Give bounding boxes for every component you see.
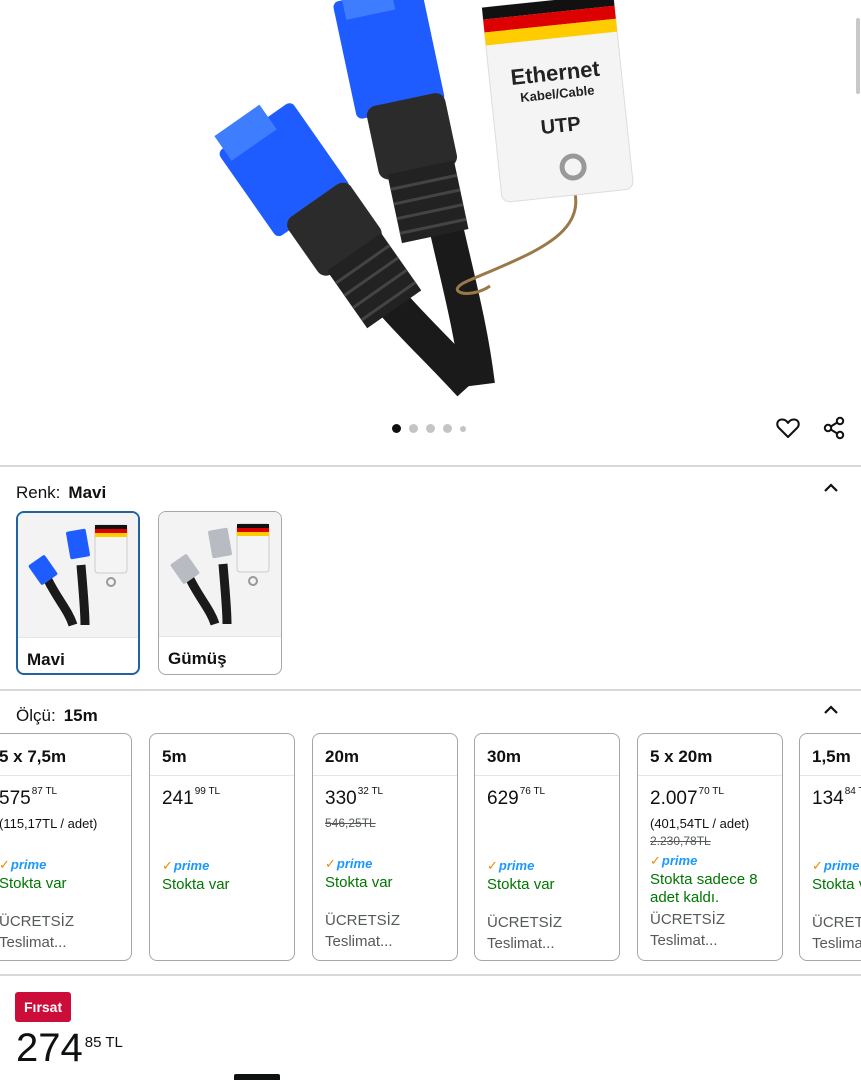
size-option[interactable]: 5m 24199 TL ✓prime Stokta var bbox=[149, 733, 295, 961]
size-option[interactable]: 20m 33032 TL 546,25TL ✓prime Stokta var … bbox=[312, 733, 458, 961]
color-label-row: Renk: Mavi bbox=[16, 483, 106, 503]
section-divider bbox=[0, 465, 861, 467]
pagination-dot-active[interactable] bbox=[392, 424, 401, 433]
current-price: 274 85 TL bbox=[16, 1026, 123, 1070]
delivery-info: ÜCRETSİZTeslimat... bbox=[325, 912, 400, 950]
size-price: 2.00770 TL bbox=[650, 786, 724, 809]
stock-status: Stokta var bbox=[325, 874, 393, 891]
heart-icon[interactable] bbox=[775, 415, 801, 441]
stock-status: Stokta var bbox=[162, 876, 230, 893]
prime-badge: ✓prime bbox=[812, 858, 860, 873]
tag-type: UTP bbox=[540, 113, 582, 139]
color-label: Renk: bbox=[16, 483, 61, 502]
size-price: 33032 TL bbox=[325, 786, 384, 809]
delivery-info: ÜCRETSİZTeslimat... bbox=[812, 914, 861, 952]
size-price: 57587 TL bbox=[0, 786, 58, 809]
prime-badge: ✓prime bbox=[0, 857, 47, 872]
gallery-pagination bbox=[392, 424, 466, 433]
unit-price: (401,54TL / adet) bbox=[650, 816, 750, 831]
share-icon[interactable] bbox=[821, 415, 847, 441]
size-label-row: Ölçü: 15m bbox=[16, 706, 98, 726]
delivery-info: ÜCRETSİZTeslimat... bbox=[650, 911, 725, 949]
delivery-info: ÜCRETSİZTeslimat... bbox=[487, 914, 562, 952]
size-title: 1,5m bbox=[800, 734, 861, 776]
color-option-mavi[interactable]: Mavi bbox=[16, 511, 140, 675]
stock-status: Stokta var bbox=[0, 875, 67, 892]
color-option-gumus[interactable]: Gümüş bbox=[158, 511, 282, 675]
pagination-dot[interactable] bbox=[409, 424, 418, 433]
prime-badge: ✓prime bbox=[325, 856, 373, 871]
selected-color: Mavi bbox=[68, 483, 107, 502]
size-option[interactable]: 30m 62976 TL ✓prime Stokta var ÜCRETSİZ T… bbox=[474, 733, 620, 961]
pagination-dot[interactable] bbox=[443, 424, 452, 433]
delivery-info: ÜCRETSİZTeslimat... bbox=[0, 913, 74, 951]
prime-badge: ✓prime bbox=[650, 853, 698, 868]
list-price: 546,25TL bbox=[325, 816, 376, 830]
ethernet-cable-illustration: Ethernet Kabel/Cable UTP bbox=[214, 0, 634, 397]
selected-size: 15m bbox=[63, 706, 98, 725]
deal-badge: Fırsat bbox=[15, 992, 72, 1022]
color-name: Gümüş bbox=[168, 649, 227, 668]
stock-status: Stokta var bbox=[487, 876, 555, 893]
size-options-carousel[interactable]: 5 x 7,5m 57587 TL (115,17TL / adet) ✓pri… bbox=[0, 733, 861, 963]
list-price: 2.230,78TL bbox=[650, 834, 711, 848]
section-divider bbox=[0, 974, 861, 976]
size-label: Ölçü: bbox=[16, 706, 56, 725]
size-option[interactable]: 1,5m 13484 TL ✓prime Stokta var ÜCRETSİZ… bbox=[799, 733, 861, 961]
section-divider bbox=[0, 689, 861, 691]
chevron-up-icon[interactable] bbox=[821, 700, 841, 720]
size-title: 5 x 20m bbox=[638, 734, 782, 776]
size-title: 5m bbox=[150, 734, 294, 776]
size-title: 20m bbox=[313, 734, 457, 776]
pagination-dot[interactable] bbox=[426, 424, 435, 433]
scrollbar[interactable] bbox=[856, 18, 860, 94]
prime-badge: ✓prime bbox=[162, 858, 210, 873]
size-price: 24199 TL bbox=[162, 786, 221, 809]
unit-price: (115,17TL / adet) bbox=[0, 816, 98, 831]
color-thumbnail bbox=[159, 512, 281, 637]
image-actions bbox=[775, 415, 847, 441]
color-name: Mavi bbox=[27, 650, 65, 669]
size-option[interactable]: 5 x 7,5m 57587 TL (115,17TL / adet) ✓pri… bbox=[0, 733, 132, 961]
pagination-dot[interactable] bbox=[460, 425, 466, 432]
size-price: 62976 TL bbox=[487, 786, 546, 809]
bottom-indicator bbox=[234, 1074, 280, 1080]
stock-status: Stokta sadece 8 adet kaldı. bbox=[650, 871, 758, 906]
size-title: 5 x 7,5m bbox=[0, 734, 131, 776]
size-title: 30m bbox=[475, 734, 619, 776]
prime-badge: ✓prime bbox=[487, 858, 535, 873]
product-image[interactable]: Ethernet Kabel/Cable UTP bbox=[0, 0, 861, 410]
color-thumbnail bbox=[18, 513, 138, 638]
chevron-up-icon[interactable] bbox=[821, 478, 841, 498]
size-price: 13484 TL bbox=[812, 786, 861, 809]
stock-status: Stokta var bbox=[812, 876, 861, 893]
size-option[interactable]: 5 x 20m 2.00770 TL (401,54TL / adet) 2.2… bbox=[637, 733, 783, 961]
